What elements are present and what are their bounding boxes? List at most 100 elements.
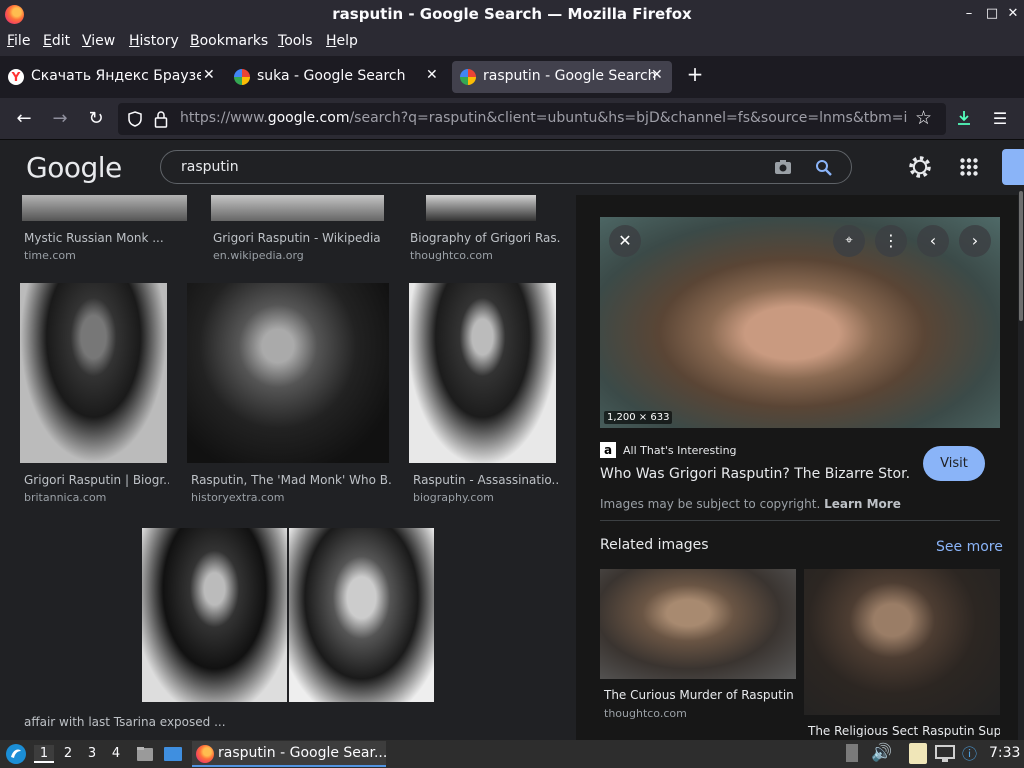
camera-icon[interactable] (774, 159, 792, 175)
result-image[interactable] (187, 283, 389, 463)
apps-grid-icon[interactable] (960, 158, 978, 176)
show-desktop-icon[interactable] (162, 744, 184, 764)
source-site[interactable]: All That's Interesting (623, 444, 737, 457)
downloads-icon[interactable] (955, 109, 973, 127)
workspace-1[interactable]: 1 (34, 745, 54, 763)
related-tile[interactable]: The Curious Murder of Rasputin thoughtco… (600, 569, 796, 737)
tab-yandex[interactable]: Y Скачать Яндекс Браузер ✕ (0, 61, 220, 93)
scrollbar-thumb[interactable] (1019, 191, 1023, 321)
result-title[interactable]: Rasputin, The 'Mad Monk' Who B... (191, 473, 391, 487)
result-image[interactable] (20, 283, 167, 463)
google-favicon-icon (460, 69, 476, 85)
menu-tools[interactable]: Tools (278, 33, 313, 49)
workspace-3[interactable]: 3 (82, 745, 102, 763)
result-title[interactable]: Grigori Rasputin | Biogr... (24, 473, 169, 487)
url-text[interactable]: https://www.google.com/search?q=rasputin… (180, 110, 910, 126)
google-logo[interactable]: Google (26, 151, 122, 184)
address-bar[interactable]: https://www.google.com/search?q=rasputin… (118, 103, 946, 135)
maximize-icon[interactable]: □ (985, 6, 999, 22)
reload-icon[interactable]: ↻ (85, 108, 107, 130)
image-preview-panel: 1,200 × 633 ✕ ⌖ ⋮ ‹ › a All That's Inter… (576, 195, 1018, 740)
minimize-icon[interactable]: – (962, 6, 976, 22)
see-more-link[interactable]: See more (936, 539, 1003, 555)
tab-label: Скачать Яндекс Браузер (31, 68, 201, 84)
volume-icon[interactable]: 🔊 (871, 743, 892, 763)
related-title[interactable]: The Religious Sect Rasputin Sup... (808, 724, 1000, 737)
search-icon[interactable] (815, 159, 833, 177)
close-tab-icon[interactable]: ✕ (651, 67, 663, 83)
tracking-shield-icon[interactable] (127, 111, 143, 127)
tab-rasputin[interactable]: rasputin - Google Search ✕ (452, 61, 672, 93)
menu-edit[interactable]: Edit (43, 33, 70, 49)
result-tile[interactable]: Grigori Rasputin | Biogr... britannica.c… (20, 283, 170, 508)
more-options-icon[interactable]: ⋮ (875, 225, 907, 257)
back-icon[interactable]: ← (13, 108, 35, 130)
file-manager-icon[interactable] (135, 744, 155, 764)
taskbar-window-firefox[interactable]: rasputin - Google Sear... (192, 741, 387, 767)
related-title[interactable]: The Curious Murder of Rasputin (604, 688, 794, 702)
result-title[interactable]: Rasputin - Assassinatio... (413, 473, 558, 487)
search-box[interactable]: rasputin (160, 150, 852, 184)
result-tile[interactable]: Rasputin - Assassinatio... biography.com (409, 283, 559, 508)
trash-icon[interactable] (846, 744, 858, 762)
close-tab-icon[interactable]: ✕ (426, 67, 438, 83)
clipboard-icon[interactable] (909, 743, 927, 764)
preview-title[interactable]: Who Was Grigori Rasputin? The Bizarre St… (600, 466, 910, 482)
related-tile[interactable]: The Religious Sect Rasputin Sup... (804, 569, 1000, 737)
menu-bar: File Edit View History Bookmarks Tools H… (0, 30, 1024, 56)
firefox-taskbar-icon (196, 745, 214, 763)
result-source: en.wikipedia.org (213, 249, 304, 262)
result-tile[interactable]: affair with last Tsarina exposed ... (24, 528, 444, 733)
result-title[interactable]: Mystic Russian Monk ... (24, 231, 194, 245)
result-image[interactable] (289, 528, 434, 702)
result-tile[interactable]: Mystic Russian Monk ... time.com (22, 193, 192, 263)
result-image[interactable] (22, 193, 187, 221)
search-input[interactable]: rasputin (181, 159, 239, 175)
settings-gear-icon[interactable] (908, 155, 932, 179)
tab-suka[interactable]: suka - Google Search ✕ (226, 61, 446, 93)
google-favicon-icon (234, 69, 250, 85)
new-tab-icon[interactable]: + (684, 63, 706, 85)
workspace-2[interactable]: 2 (58, 745, 78, 763)
result-tile[interactable]: Biography of Grigori Ras... thoughtco.co… (410, 193, 560, 263)
hamburger-menu-icon[interactable]: ☰ (989, 108, 1011, 130)
sign-in-button[interactable] (1002, 149, 1024, 185)
related-images-heading: Related images (600, 537, 709, 553)
result-tile[interactable]: Rasputin, The 'Mad Monk' Who B... histor… (187, 283, 392, 508)
menu-bookmarks[interactable]: Bookmarks (190, 33, 268, 49)
google-header: Google rasputin (0, 141, 1024, 195)
result-title[interactable]: Biography of Grigori Ras... (410, 231, 560, 245)
related-image[interactable] (804, 569, 1000, 715)
result-image[interactable] (426, 193, 536, 221)
related-image[interactable] (600, 569, 796, 679)
start-menu-icon[interactable] (5, 743, 27, 765)
close-window-icon[interactable]: ✕ (1006, 6, 1020, 22)
page-scrollbar[interactable] (1018, 191, 1024, 739)
learn-more-link[interactable]: Learn More (824, 497, 901, 511)
divider (600, 520, 1000, 521)
forward-icon[interactable]: → (49, 108, 71, 130)
result-image[interactable] (211, 193, 384, 221)
network-icon[interactable] (934, 744, 956, 764)
notification-icon[interactable]: ⓘ (962, 743, 982, 763)
lock-icon[interactable] (154, 110, 168, 128)
bookmark-star-icon[interactable]: ☆ (915, 107, 932, 129)
menu-view[interactable]: View (82, 33, 115, 49)
result-image[interactable] (142, 528, 287, 702)
previous-image-icon[interactable]: ‹ (917, 225, 949, 257)
close-tab-icon[interactable]: ✕ (203, 67, 215, 83)
menu-history[interactable]: History (129, 33, 179, 49)
result-tile[interactable]: Grigori Rasputin - Wikipedia en.wikipedi… (211, 193, 386, 263)
next-image-icon[interactable]: › (959, 225, 991, 257)
result-title[interactable]: Grigori Rasputin - Wikipedia (213, 231, 388, 245)
menu-help[interactable]: Help (326, 33, 358, 49)
result-source: historyextra.com (191, 491, 285, 504)
workspace-4[interactable]: 4 (106, 745, 126, 763)
lens-search-icon[interactable]: ⌖ (833, 225, 865, 257)
result-title[interactable]: affair with last Tsarina exposed ... (24, 715, 324, 729)
close-preview-icon[interactable]: ✕ (609, 225, 641, 257)
visit-button[interactable]: Visit (923, 446, 985, 481)
menu-file[interactable]: File (7, 33, 30, 49)
firefox-window: rasputin - Google Search — Mozilla Firef… (0, 0, 1024, 740)
result-image[interactable] (409, 283, 556, 463)
